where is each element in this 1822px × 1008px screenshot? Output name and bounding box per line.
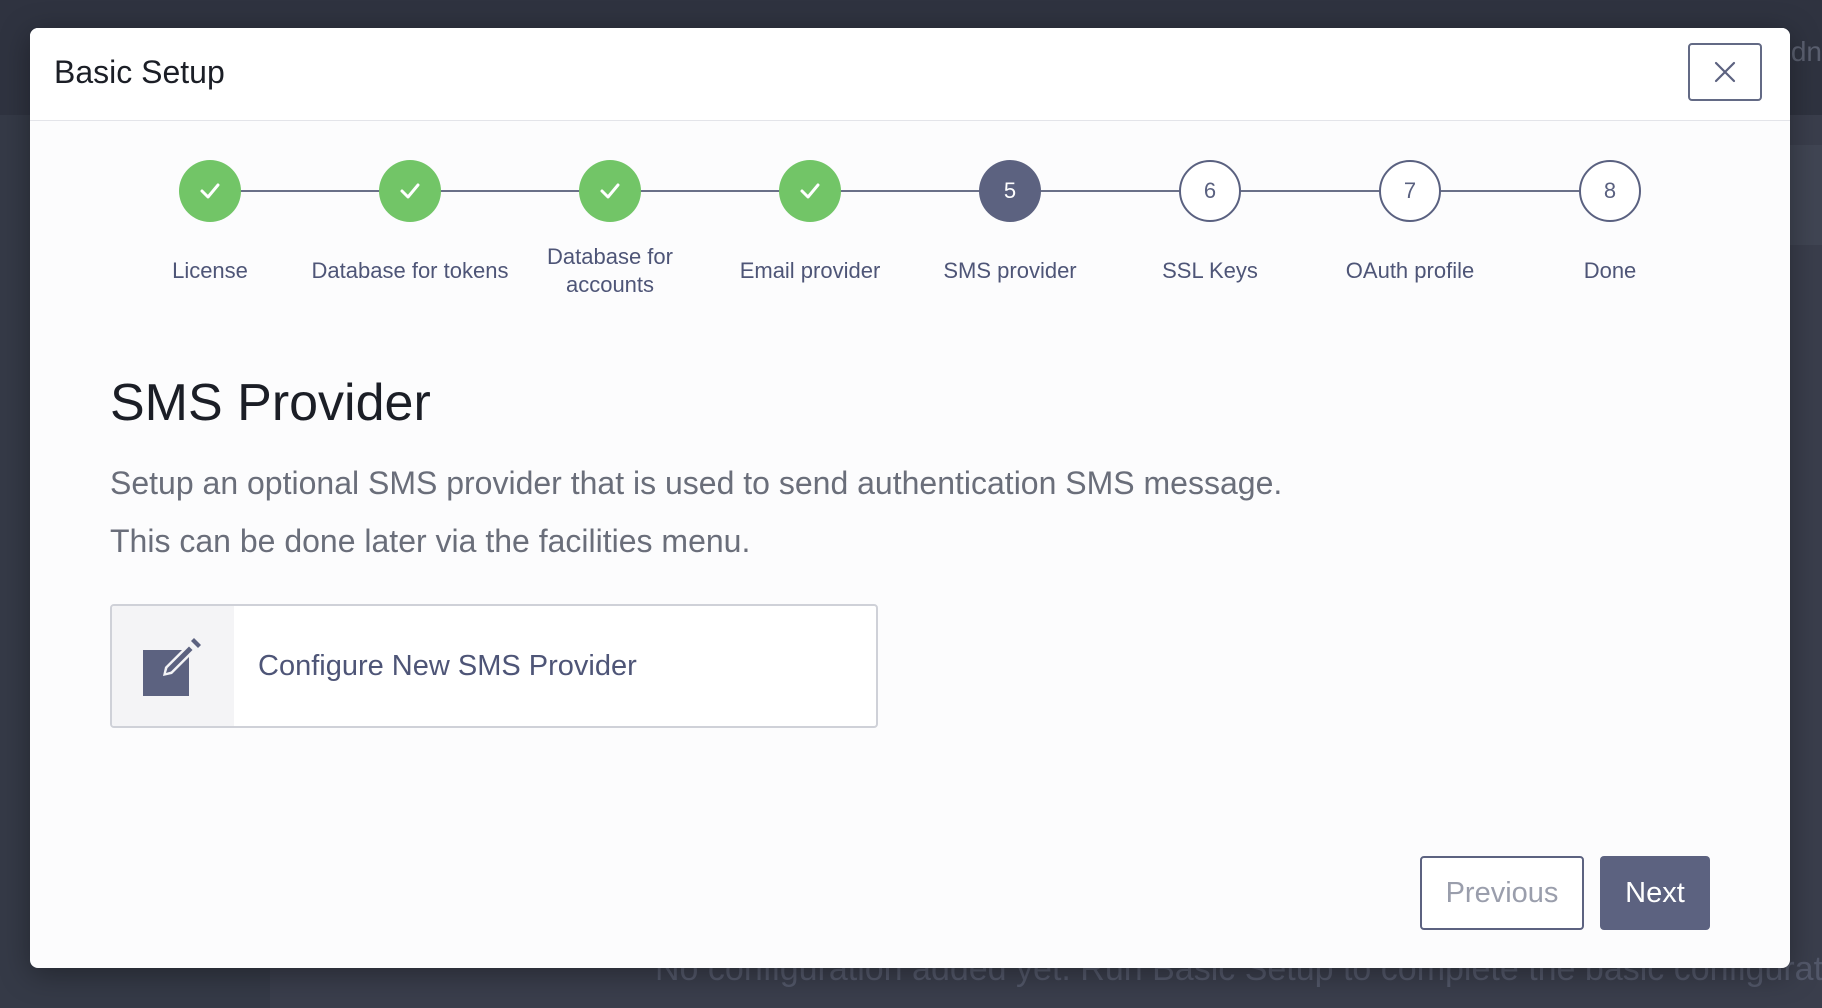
step-done[interactable]: 8 Done (1510, 160, 1710, 300)
step-label: Database for accounts (547, 244, 673, 297)
step-circle-done (179, 160, 241, 222)
configure-label: Configure New SMS Provider (258, 649, 637, 682)
step-database-tokens[interactable]: Database for tokens (310, 160, 510, 300)
check-icon (400, 183, 420, 199)
step-oauth-profile[interactable]: 7 OAuth profile (1310, 160, 1510, 300)
step-label: License (172, 258, 248, 283)
description-hint: This can be done later via the facilitie… (110, 523, 751, 559)
setup-stepper: License Database for tokens Database for… (30, 28, 1790, 348)
step-label: Email provider (739, 258, 881, 283)
basic-setup-modal: Basic Setup License Database for tokens (30, 28, 1790, 968)
description-text: Setup an optional SMS provider that is u… (110, 465, 1283, 501)
previous-button[interactable]: Previous (1420, 856, 1584, 930)
page-title: SMS Provider (110, 374, 431, 432)
configure-icon-box (112, 606, 234, 726)
step-ssl-keys[interactable]: 6 SSL Keys (1110, 160, 1310, 300)
edit-icon (143, 638, 201, 696)
step-circle-done (379, 160, 441, 222)
step-license[interactable]: License (110, 160, 310, 300)
step-label: SMS provider (943, 258, 1077, 283)
step-label: OAuth profile (1345, 258, 1475, 283)
step-label: Database for tokens (311, 258, 509, 283)
background-header-text: dn (1790, 36, 1822, 67)
step-circle-current: 5 (979, 160, 1041, 222)
step-database-accounts[interactable]: Database for accounts (510, 160, 710, 300)
step-sms-provider[interactable]: 5 SMS provider (910, 160, 1110, 300)
step-email-provider[interactable]: Email provider (710, 160, 910, 300)
next-button[interactable]: Next (1600, 856, 1710, 930)
step-circle-pending: 7 (1379, 160, 1441, 222)
step-circle-pending: 8 (1579, 160, 1641, 222)
step-label: Done (1583, 258, 1637, 283)
step-circle-done (579, 160, 641, 222)
configure-sms-provider-button[interactable]: Configure New SMS Provider (110, 604, 878, 728)
step-circle-pending: 6 (1179, 160, 1241, 222)
step-circle-done (779, 160, 841, 222)
check-icon (600, 183, 620, 199)
check-icon (800, 183, 820, 199)
step-label: SSL Keys (1162, 258, 1258, 283)
check-icon (200, 183, 220, 199)
